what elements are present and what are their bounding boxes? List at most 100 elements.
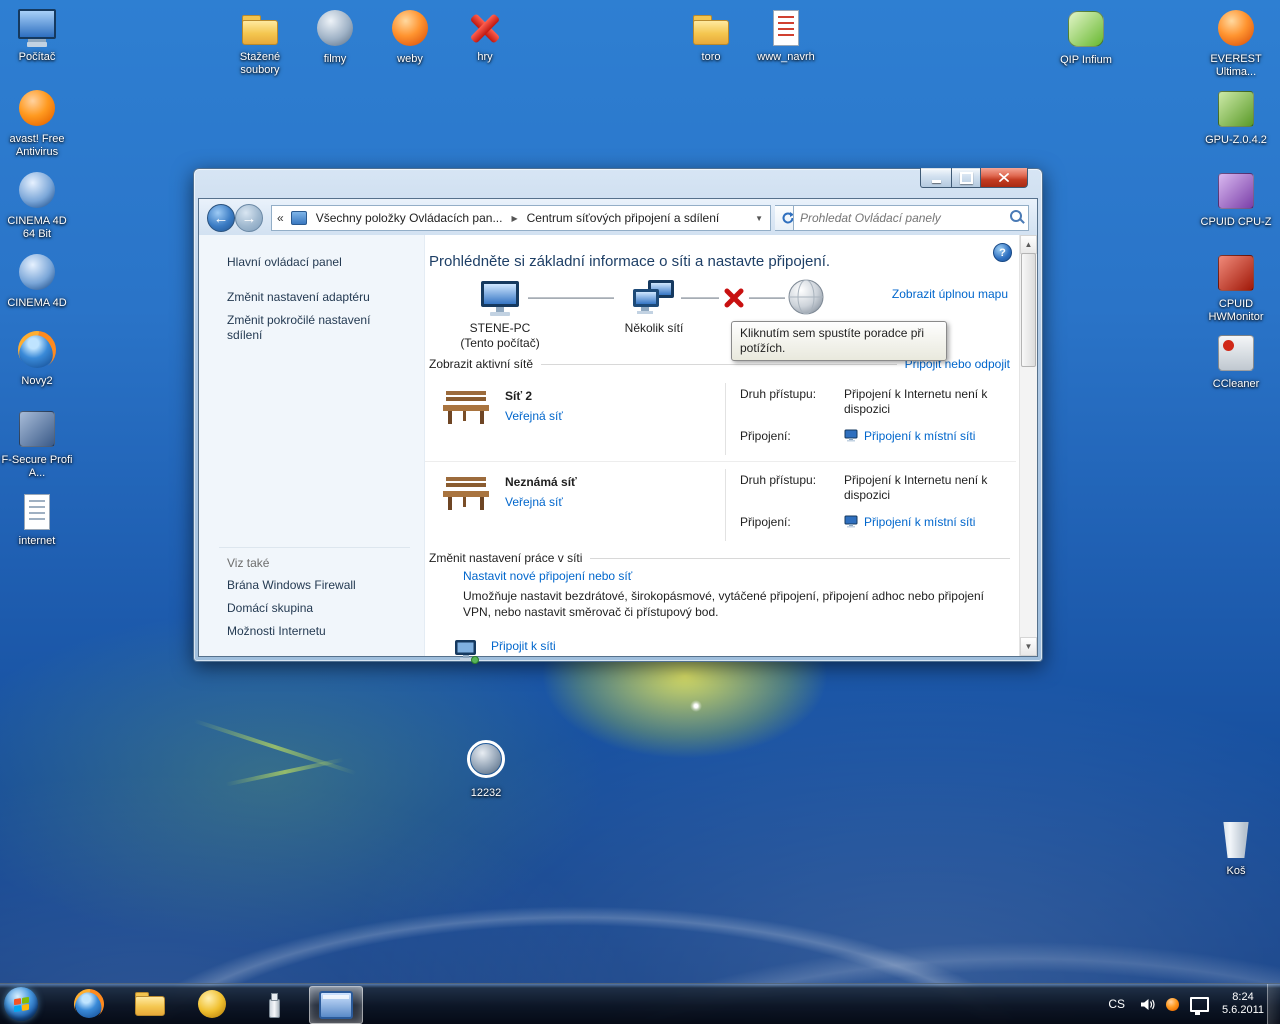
sidebar-item-control-panel-home[interactable]: Hlavní ovládací panel bbox=[227, 255, 399, 270]
language-indicator[interactable]: CS bbox=[1104, 995, 1129, 1013]
lan-connection-link[interactable]: Připojení k místní síti bbox=[864, 515, 975, 529]
network-tray-icon[interactable] bbox=[1190, 997, 1209, 1012]
minimize-button[interactable] bbox=[920, 168, 951, 188]
map-network-node[interactable] bbox=[632, 279, 676, 322]
connection-label: Připojení: bbox=[740, 429, 844, 443]
close-button[interactable] bbox=[980, 168, 1028, 188]
sidebar-item-windows-firewall[interactable]: Brána Windows Firewall bbox=[227, 578, 410, 592]
desktop-icon-cpuz[interactable]: CPUID CPU-Z bbox=[1199, 170, 1273, 229]
desktop-icon-stazene-soubory[interactable]: Stažené soubory bbox=[223, 8, 297, 77]
sidebar-item-change-adapter-settings[interactable]: Změnit nastavení adaptéru bbox=[227, 290, 399, 305]
start-button[interactable] bbox=[4, 987, 38, 1021]
windows-logo-icon bbox=[14, 996, 29, 1011]
sidebar-item-internet-options[interactable]: Možnosti Internetu bbox=[227, 624, 410, 638]
breadcrumb-segment-all-items[interactable]: Všechny položky Ovládacích pan... bbox=[309, 211, 510, 225]
desktop-icon-hry[interactable]: hry bbox=[448, 8, 522, 64]
breadcrumb-dropdown-icon[interactable]: ▼ bbox=[748, 214, 770, 223]
desktop-icon-filmy[interactable]: filmy bbox=[298, 8, 372, 66]
desktop-icon-everest[interactable]: EVEREST Ultima... bbox=[1199, 8, 1273, 79]
screen: Počítač avast! Free Antivirus CINEMA 4D … bbox=[0, 0, 1280, 1024]
map-internet-node[interactable] bbox=[786, 277, 826, 320]
network-type-link[interactable]: Veřejná síť bbox=[505, 409, 563, 423]
desktop-icon-computer[interactable]: Počítač bbox=[0, 8, 74, 64]
scrollbar-thumb[interactable] bbox=[1021, 253, 1036, 367]
desktop-icon-fsecure[interactable]: F-Secure Profi A... bbox=[0, 408, 74, 480]
maximize-button[interactable] bbox=[951, 168, 980, 188]
desktop-icon-qip[interactable]: QIP Infium bbox=[1049, 8, 1123, 67]
scroll-up-button[interactable]: ▲ bbox=[1020, 235, 1037, 254]
cpu-z-icon bbox=[1218, 173, 1254, 209]
forward-button[interactable]: → bbox=[235, 204, 263, 232]
taskbar-item-network-center-active[interactable] bbox=[309, 986, 363, 1024]
desktop-icon-label: CPUID CPU-Z bbox=[1199, 216, 1273, 229]
see-also-group: Viz také Brána Windows Firewall Domácí s… bbox=[219, 547, 410, 647]
map-computer-node[interactable] bbox=[478, 279, 522, 322]
desktop-icon-label: internet bbox=[0, 535, 74, 548]
desktop-icon-www-navrh[interactable]: www_navrh bbox=[749, 8, 823, 64]
computer-icon bbox=[15, 8, 59, 48]
breadcrumb-separator-icon[interactable]: ▶ bbox=[509, 214, 519, 223]
network-sharing-center-window: ← → « Všechny položky Ovládacích pan... … bbox=[193, 168, 1043, 662]
taskbar-clock[interactable]: 8:24 5.6.2011 bbox=[1220, 991, 1266, 1017]
cinema4d-icon bbox=[19, 254, 55, 290]
desktop-icon-cinema4d-64[interactable]: CINEMA 4D 64 Bit bbox=[0, 170, 74, 241]
desktop-icon-gpuz[interactable]: GPU-Z.0.4.2 bbox=[1199, 88, 1273, 147]
page-heading: Prohlédněte si základní informace o síti… bbox=[429, 253, 830, 270]
avast-tray-icon[interactable] bbox=[1166, 998, 1179, 1011]
desktop-icon-label: toro bbox=[674, 51, 748, 64]
desktop-icon-label: 12232 bbox=[449, 787, 523, 800]
search-input[interactable] bbox=[794, 211, 1006, 225]
desktop-icon-label: avast! Free Antivirus bbox=[0, 133, 74, 159]
maximize-icon bbox=[960, 172, 973, 184]
network-name: Neznámá síť bbox=[505, 475, 577, 489]
desktop-icon-label: hry bbox=[448, 51, 522, 64]
desktop-icon-label: Koš bbox=[1199, 865, 1273, 878]
desktop-icon-cinema4d[interactable]: CINEMA 4D bbox=[0, 252, 74, 310]
sidebar-item-homegroup[interactable]: Domácí skupina bbox=[227, 601, 410, 615]
connect-to-network-item: Připojit k síti bbox=[451, 639, 994, 665]
breadcrumb-overflow-chevron-icon[interactable]: « bbox=[272, 211, 289, 225]
back-button[interactable]: ← bbox=[207, 204, 235, 232]
breadcrumb: « Všechny položky Ovládacích pan... ▶ Ce… bbox=[271, 205, 771, 231]
desktop-icon-ccleaner[interactable]: CCleaner bbox=[1199, 332, 1273, 391]
see-full-map-link[interactable]: Zobrazit úplnou mapu bbox=[892, 287, 1008, 301]
desktop-icon-internet[interactable]: internet bbox=[0, 492, 74, 548]
desktop-icon-weby[interactable]: weby bbox=[373, 8, 447, 66]
help-button[interactable]: ? bbox=[993, 243, 1012, 262]
breadcrumb-segment-network-center[interactable]: Centrum síťových připojení a sdílení bbox=[520, 211, 727, 225]
network-type-link[interactable]: Veřejná síť bbox=[505, 495, 563, 509]
document-icon bbox=[764, 8, 808, 48]
change-settings-header-row: Změnit nastavení práce v síti bbox=[429, 551, 1010, 565]
desktop-icon-12232[interactable]: 12232 bbox=[449, 742, 523, 800]
lan-connection-link[interactable]: Připojení k místní síti bbox=[864, 429, 975, 443]
section-header: Zobrazit aktivní sítě bbox=[429, 357, 533, 371]
map-troubleshoot-x[interactable] bbox=[722, 286, 746, 313]
desktop-icon-label: CCleaner bbox=[1199, 378, 1273, 391]
connection-label: Připojení: bbox=[740, 515, 844, 529]
window-client-area: ← → « Všechny položky Ovládacích pan... … bbox=[198, 198, 1038, 657]
speaker-icon[interactable] bbox=[1140, 998, 1155, 1011]
setup-new-connection-link[interactable]: Nastavit nové připojení nebo síť bbox=[463, 569, 632, 583]
close-icon bbox=[998, 173, 1010, 183]
taskbar-item-app[interactable] bbox=[186, 986, 238, 1022]
network-details: Druh přístupu: Připojení k Internetu nen… bbox=[725, 469, 1016, 541]
taskbar-item-explorer[interactable] bbox=[124, 986, 176, 1022]
sidebar-item-advanced-sharing[interactable]: Změnit pokročilé nastavení sdílení bbox=[227, 313, 399, 343]
desktop-icon-novy2[interactable]: Novy2 bbox=[0, 330, 74, 388]
desktop-icon-recycle-bin[interactable]: Koš bbox=[1199, 820, 1273, 878]
desktop-icon-avast[interactable]: avast! Free Antivirus bbox=[0, 88, 74, 159]
desktop-icon-toro[interactable]: toro bbox=[674, 8, 748, 64]
desktop-icon-hwmonitor[interactable]: CPUID HWMonitor bbox=[1199, 252, 1273, 324]
gold-sphere-icon bbox=[198, 990, 226, 1018]
taskbar-item-firefox[interactable] bbox=[63, 986, 115, 1022]
scroll-down-button[interactable]: ▼ bbox=[1020, 637, 1037, 656]
show-desktop-button[interactable] bbox=[1267, 984, 1280, 1024]
qip-icon bbox=[1068, 11, 1104, 47]
window-icon bbox=[319, 991, 353, 1019]
folder-icon bbox=[689, 8, 733, 48]
connect-to-network-link[interactable]: Připojit k síti bbox=[491, 639, 556, 653]
search-icon[interactable] bbox=[1006, 207, 1028, 229]
taskbar-item-usb[interactable] bbox=[248, 986, 300, 1022]
vertical-scrollbar[interactable]: ▲ ▼ bbox=[1019, 235, 1037, 656]
caption-buttons bbox=[920, 168, 1028, 188]
